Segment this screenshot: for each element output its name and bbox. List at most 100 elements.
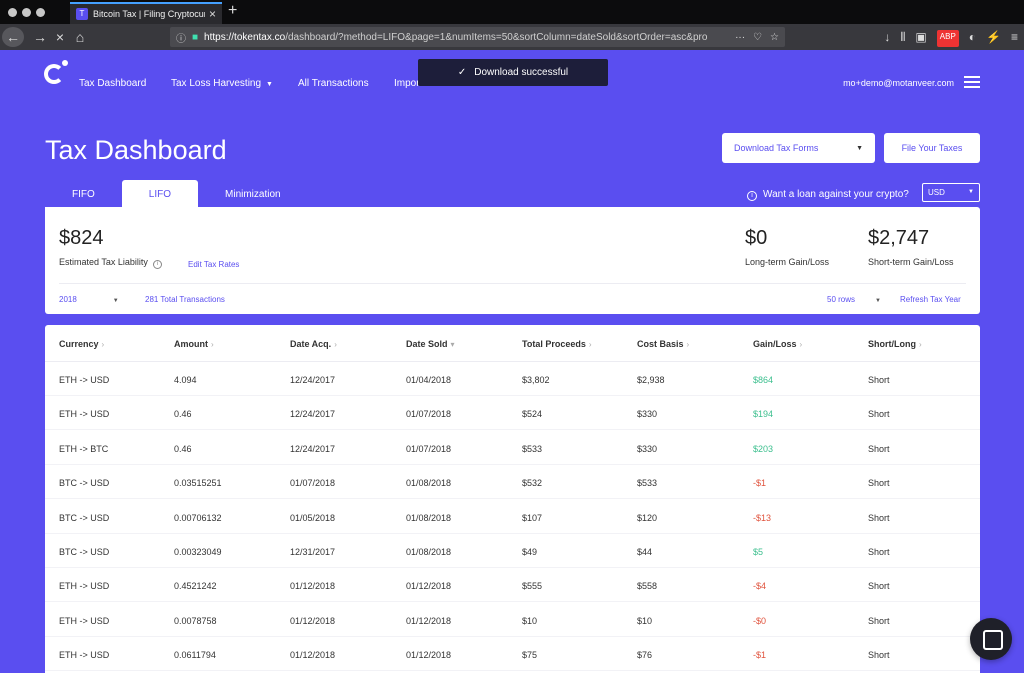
- column-header-date-sold[interactable]: Date Sold ▾: [406, 339, 455, 349]
- user-email[interactable]: mo+demo@motanveer.com: [843, 78, 954, 88]
- menu-icon[interactable]: ≡: [1011, 27, 1018, 47]
- cell-sold: 01/12/2018: [406, 581, 452, 592]
- table-row[interactable]: ETH -> USD 0.0611794 01/12/2018 01/12/2018 $…: [45, 637, 980, 672]
- cell-amount: 0.00706132: [174, 512, 222, 523]
- column-header-cost-basis[interactable]: Cost Basis ›: [637, 339, 689, 349]
- refresh-tax-year-link[interactable]: Refresh Tax Year: [900, 295, 961, 304]
- cell-acq: 01/12/2018: [290, 581, 336, 592]
- cell-term: Short: [868, 547, 890, 557]
- column-header-total-proceeds[interactable]: Total Proceeds ›: [522, 339, 592, 349]
- chevron-down-icon: ▼: [112, 298, 119, 304]
- cell-currency: BTC -> USD: [59, 512, 110, 523]
- page-title: Tax Dashboard: [45, 135, 227, 165]
- cell-currency: ETH -> BTC: [59, 443, 109, 454]
- column-header-amount[interactable]: Amount ›: [174, 339, 214, 349]
- cell-currency: ETH -> USD: [59, 581, 110, 592]
- column-header-short-long[interactable]: Short/Long ›: [868, 339, 922, 349]
- currency-select[interactable]: USD ▼: [922, 183, 980, 202]
- cell-currency: ETH -> USD: [59, 650, 110, 661]
- cell-currency: BTC -> USD: [59, 478, 110, 489]
- nav-tax-dashboard[interactable]: Tax Dashboard: [79, 78, 146, 89]
- table-row[interactable]: ETH -> USD 0.0078758 01/12/2018 01/12/2018 $…: [45, 603, 980, 637]
- chat-button[interactable]: [970, 618, 1012, 660]
- file-your-taxes-button[interactable]: File Your Taxes: [884, 133, 980, 163]
- close-tab-icon[interactable]: ×: [209, 7, 216, 21]
- column-header-currency[interactable]: Currency ›: [59, 339, 104, 349]
- extension-2-icon[interactable]: ⚡: [986, 27, 1001, 47]
- cell-term: Short: [868, 512, 890, 523]
- table-row[interactable]: ETH -> USD 0.46 12/24/2017 01/07/2018 $524 $3…: [45, 396, 980, 431]
- pocket-icon[interactable]: ♡: [753, 32, 762, 43]
- sort-icon: ›: [211, 340, 214, 349]
- column-header-label: Amount: [174, 339, 208, 349]
- download-tax-forms-button[interactable]: Download Tax Forms ▼: [722, 133, 875, 163]
- edit-tax-rates-link[interactable]: Edit Tax Rates: [188, 260, 239, 269]
- extension-icon[interactable]: ◐: [969, 27, 976, 47]
- extension-badge-icon[interactable]: ABP: [936, 30, 959, 47]
- year-select[interactable]: 2018 ▼: [59, 295, 119, 304]
- column-header-gain-loss[interactable]: Gain/Loss ›: [753, 339, 802, 349]
- table-row[interactable]: BTC -> USD 0.03515251 01/07/2018 01/08/2018…: [45, 465, 980, 500]
- page-actions-icon[interactable]: ···: [735, 32, 745, 43]
- browser-tab[interactable]: T Bitcoin Tax | Filing Cryptocurrenc ×: [70, 2, 222, 24]
- url-text: https://tokentax.co/dashboard/?method=LI…: [204, 31, 708, 43]
- nav-all-transactions[interactable]: All Transactions: [298, 78, 369, 89]
- cell-proceeds: $107: [522, 512, 543, 523]
- window-maximize-button[interactable]: [36, 8, 45, 17]
- cell-basis: $330: [637, 443, 658, 454]
- table-row[interactable]: ETH -> BTC 0.46 12/24/2017 01/07/2018 $533 $3…: [45, 431, 980, 465]
- cell-sold: 01/12/2018: [406, 650, 452, 661]
- cell-sold: 01/07/2018: [406, 443, 452, 454]
- total-transactions-link[interactable]: 281 Total Transactions: [145, 295, 225, 304]
- table-row[interactable]: BTC -> USD 0.00323049 12/31/2017 01/08/2018…: [45, 534, 980, 568]
- cell-term: Short: [868, 650, 890, 661]
- info-icon: i: [747, 191, 757, 201]
- chevron-down-icon: ▼: [875, 298, 881, 304]
- tab-minimization[interactable]: Minimization: [198, 180, 308, 208]
- cell-proceeds: $3,802: [522, 375, 550, 385]
- toast-text: Download successful: [474, 67, 569, 78]
- hamburger-menu-icon[interactable]: [964, 76, 980, 88]
- checkmark-icon: ✓: [457, 67, 467, 78]
- cell-gain: $194: [753, 409, 774, 420]
- sidebar-icon[interactable]: ▣: [915, 27, 926, 47]
- forward-arrow-icon[interactable]: →: [30, 27, 50, 47]
- info-icon[interactable]: i: [152, 260, 162, 269]
- column-header-date-acq[interactable]: Date Acq. ›: [290, 339, 337, 349]
- loan-link[interactable]: i Want a loan against your crypto?: [747, 189, 909, 201]
- cell-basis: $2,938: [637, 375, 665, 385]
- transactions-table: Currency › Amount › Date Acq. › Date Sold ▾ Tota…: [45, 325, 980, 673]
- long-term-label: Long-term Gain/Loss: [745, 257, 830, 267]
- window-close-button[interactable]: [8, 8, 17, 17]
- logo-icon[interactable]: [44, 60, 68, 84]
- cell-amount: 4.094: [174, 375, 197, 385]
- download-icon[interactable]: ↓: [884, 27, 890, 47]
- cell-proceeds: $533: [522, 443, 543, 454]
- short-term-value: $2,747: [868, 227, 930, 249]
- cell-amount: 0.00323049: [174, 547, 222, 557]
- table-row[interactable]: ETH -> USD 4.094 12/24/2017 01/04/2018 $3,80…: [45, 362, 980, 396]
- rows-select[interactable]: 50 rows ▼: [827, 295, 881, 304]
- tab-fifo[interactable]: FIFO: [45, 180, 122, 208]
- new-tab-icon[interactable]: +: [228, 2, 237, 20]
- back-arrow-icon[interactable]: ←: [2, 27, 24, 47]
- window-minimize-button[interactable]: [22, 8, 31, 17]
- nav-tax-loss-harvesting[interactable]: Tax Loss Harvesting ▼: [171, 78, 273, 89]
- table-row[interactable]: BTC -> USD 0.00706132 01/05/2018 01/08/2018…: [45, 500, 980, 534]
- cell-basis: $44: [637, 547, 653, 557]
- table-row[interactable]: ETH -> USD 0.4521242 01/12/2018 01/12/2018 $…: [45, 568, 980, 603]
- url-bar[interactable]: ⓘ ■ https://tokentax.co/dashboard/?metho…: [170, 27, 785, 47]
- cell-currency: ETH -> USD: [59, 615, 110, 626]
- tab-lifo[interactable]: LIFO: [121, 180, 199, 208]
- info-icon[interactable]: ⓘ: [176, 30, 186, 45]
- stop-icon[interactable]: ×: [50, 27, 70, 47]
- lock-icon: ■: [192, 31, 199, 43]
- cell-term: Short: [868, 581, 890, 592]
- chevron-down-icon: ▼: [856, 144, 863, 152]
- bookmark-star-icon[interactable]: ☆: [770, 32, 779, 43]
- column-header-label: Short/Long: [868, 339, 916, 349]
- cell-sold: 01/08/2018: [406, 512, 452, 523]
- chevron-down-icon: ▼: [266, 81, 273, 88]
- library-icon[interactable]: ⫴: [900, 27, 905, 47]
- home-icon[interactable]: ⌂: [70, 27, 90, 47]
